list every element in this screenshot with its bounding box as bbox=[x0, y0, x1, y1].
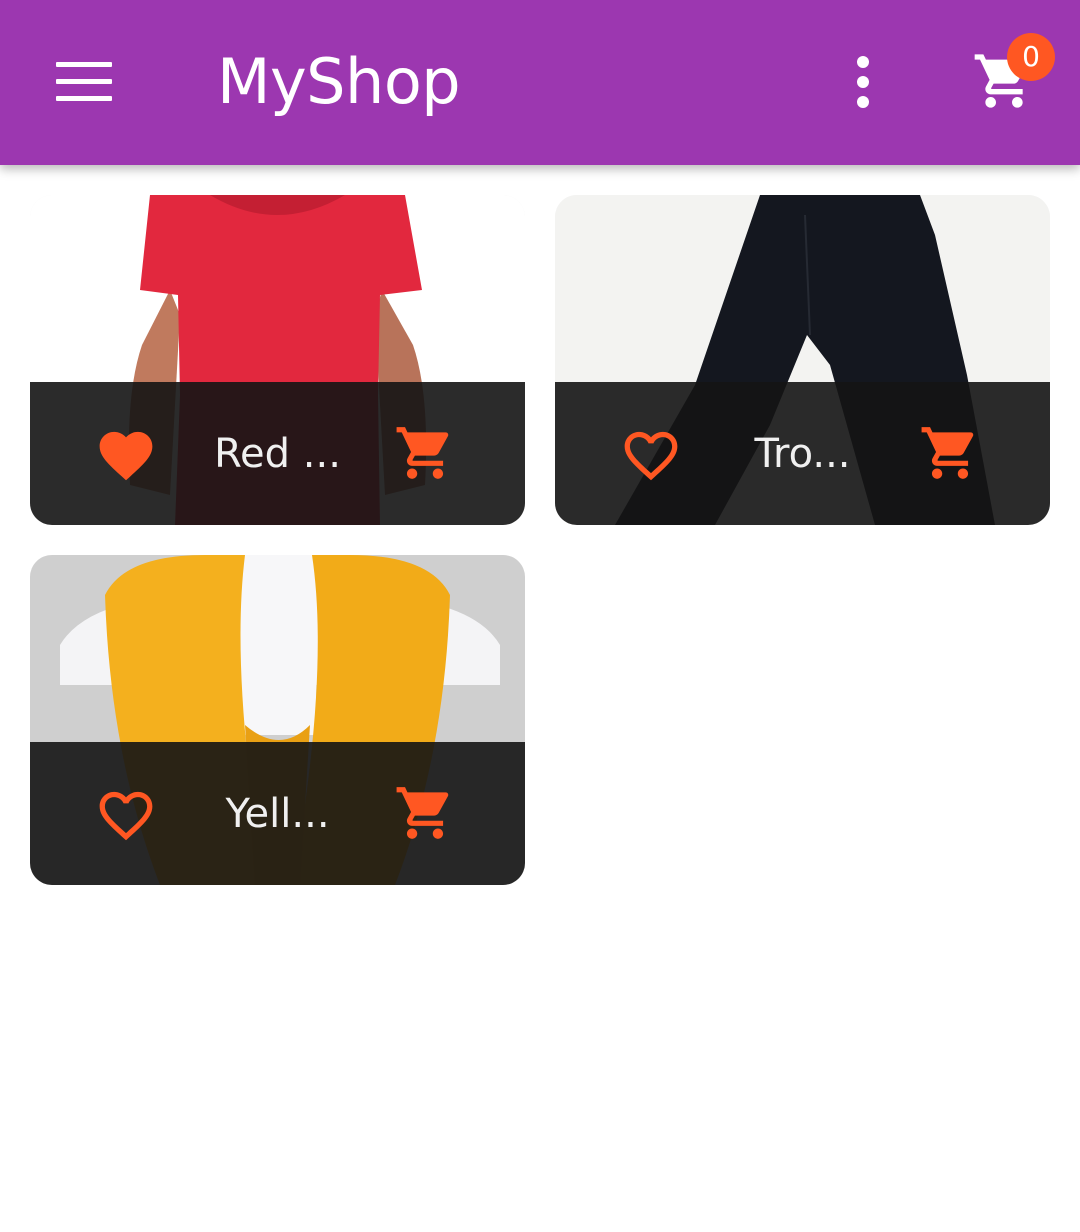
app-title: MyShop bbox=[217, 45, 461, 118]
product-name: Red ... bbox=[214, 431, 341, 477]
heart-icon[interactable] bbox=[94, 424, 158, 482]
product-card[interactable]: Red ... bbox=[30, 195, 525, 525]
cart-count-badge: 0 bbox=[1007, 33, 1055, 81]
menu-icon[interactable] bbox=[56, 60, 112, 104]
product-card[interactable]: Tro... bbox=[555, 195, 1050, 525]
product-info-bar: Yell... bbox=[30, 742, 525, 885]
add-to-cart-icon[interactable] bbox=[393, 782, 457, 844]
product-grid: Red ... Tro... Yell... bbox=[0, 0, 1080, 1232]
product-name: Yell... bbox=[225, 791, 330, 837]
heart-outline-icon[interactable] bbox=[619, 424, 683, 482]
app-bar: MyShop 0 bbox=[0, 0, 1080, 165]
heart-outline-icon[interactable] bbox=[94, 784, 158, 842]
add-to-cart-icon[interactable] bbox=[393, 422, 457, 484]
add-to-cart-icon[interactable] bbox=[918, 422, 982, 484]
product-info-bar: Tro... bbox=[555, 382, 1050, 525]
product-name: Tro... bbox=[754, 431, 851, 477]
more-vert-icon[interactable] bbox=[850, 52, 878, 112]
product-info-bar: Red ... bbox=[30, 382, 525, 525]
product-card[interactable]: Yell... bbox=[30, 555, 525, 885]
